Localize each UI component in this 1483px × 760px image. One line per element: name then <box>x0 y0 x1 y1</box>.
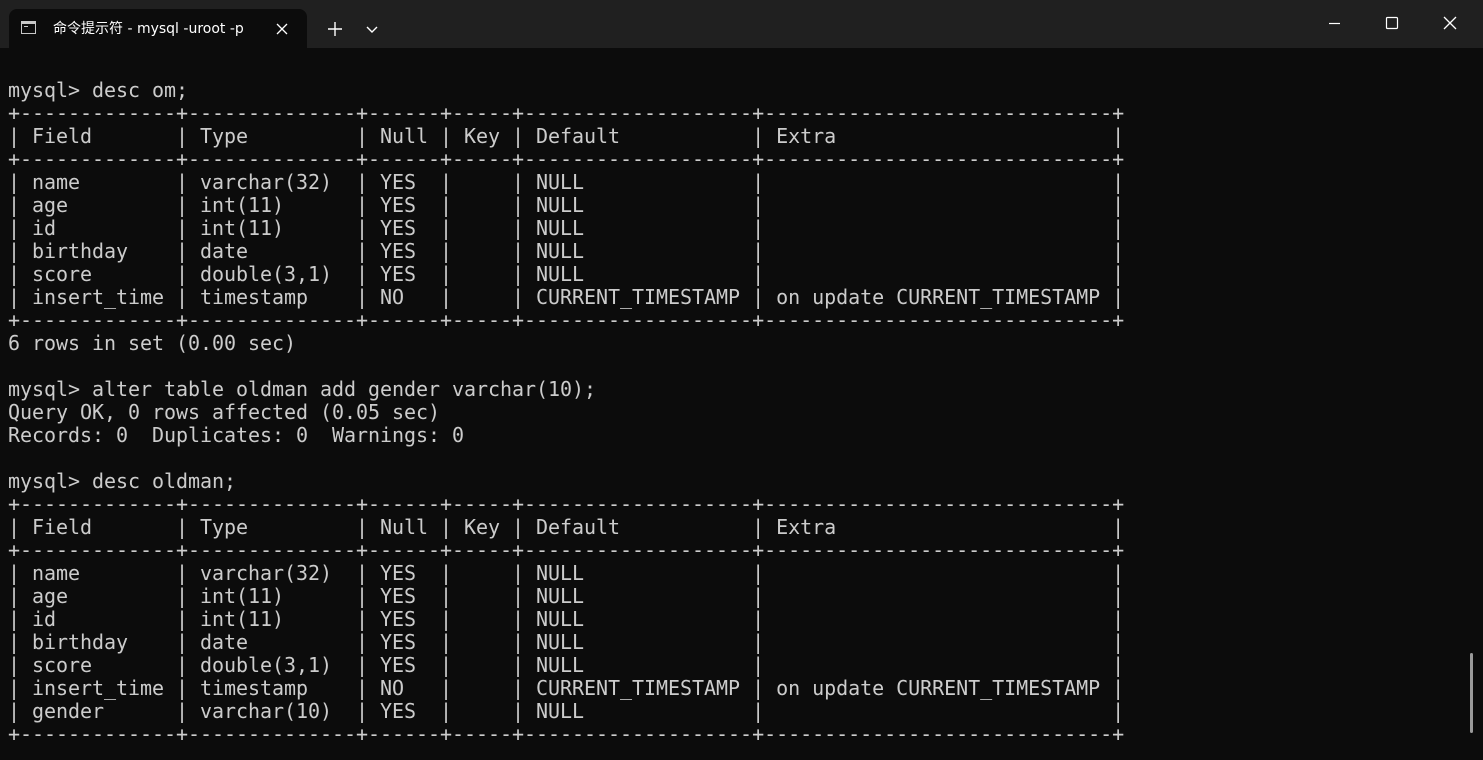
console-line: mysql> alter table oldman add gender var… <box>8 377 597 401</box>
console-line: | age | int(11) | YES | | NULL | | <box>8 193 1125 217</box>
console-line: | insert_time | timestamp | NO | | CURRE… <box>8 285 1125 309</box>
console-line: Query OK, 0 rows affected (0.05 sec) <box>8 400 441 424</box>
console-line: | id | int(11) | YES | | NULL | | <box>8 607 1125 631</box>
terminal-window: 命令提示符 - mysql -uroot -p mysql> desc om; … <box>0 0 1483 760</box>
tab-title: 命令提示符 - mysql -uroot -p <box>53 21 244 37</box>
new-tab-button[interactable] <box>318 12 352 46</box>
plus-icon <box>328 22 342 36</box>
console-line: 6 rows in set (0.00 sec) <box>8 331 297 355</box>
console-line: | birthday | date | YES | | NULL | | <box>8 239 1125 263</box>
console-line: +-------------+--------------+------+---… <box>8 722 1125 746</box>
console-line: | insert_time | timestamp | NO | | CURRE… <box>8 676 1125 700</box>
close-tab-button[interactable] <box>272 19 292 39</box>
console-line: mysql> desc oldman; <box>8 469 237 493</box>
console-line: | name | varchar(32) | YES | | NULL | | <box>8 561 1125 585</box>
console-line: +-------------+--------------+------+---… <box>8 101 1125 125</box>
tab-dropdown-button[interactable] <box>356 12 388 46</box>
vertical-scrollbar[interactable] <box>1468 48 1480 760</box>
maximize-icon <box>1385 16 1399 30</box>
close-icon <box>276 23 288 35</box>
console-line: | age | int(11) | YES | | NULL | | <box>8 584 1125 608</box>
console-line: | score | double(3,1) | YES | | NULL | | <box>8 262 1125 286</box>
console-line: +-------------+--------------+------+---… <box>8 308 1125 332</box>
chevron-down-icon <box>366 26 378 33</box>
console-line: | id | int(11) | YES | | NULL | | <box>8 216 1125 240</box>
minimize-button[interactable] <box>1305 0 1363 46</box>
console-line: mysql> desc om; <box>8 79 189 102</box>
console-line: | gender | varchar(10) | YES | | NULL | … <box>8 699 1125 723</box>
console-line: | name | varchar(32) | YES | | NULL | | <box>8 170 1125 194</box>
console-line: +-------------+--------------+------+---… <box>8 538 1125 562</box>
console-line: Records: 0 Duplicates: 0 Warnings: 0 <box>8 423 465 447</box>
maximize-button[interactable] <box>1363 0 1421 46</box>
terminal-icon <box>21 21 36 34</box>
console-line: | birthday | date | YES | | NULL | | <box>8 630 1125 654</box>
minimize-icon <box>1329 22 1340 25</box>
console-output[interactable]: mysql> desc om; +-------------+----------… <box>8 79 1468 760</box>
console-line: +-------------+--------------+------+---… <box>8 147 1125 171</box>
close-window-button[interactable] <box>1421 0 1479 46</box>
console-text: mysql> desc om; +-------------+----------… <box>8 79 1468 746</box>
console-line: | score | double(3,1) | YES | | NULL | | <box>8 653 1125 677</box>
console-line: +-------------+--------------+------+---… <box>8 492 1125 516</box>
scrollbar-thumb[interactable] <box>1470 653 1473 733</box>
close-icon <box>1443 16 1457 30</box>
console-line: | Field | Type | Null | Key | Default | … <box>8 124 1125 148</box>
tab-command-prompt[interactable]: 命令提示符 - mysql -uroot -p <box>9 9 307 48</box>
console-line: | Field | Type | Null | Key | Default | … <box>8 515 1125 539</box>
title-bar[interactable]: 命令提示符 - mysql -uroot -p <box>0 0 1483 48</box>
